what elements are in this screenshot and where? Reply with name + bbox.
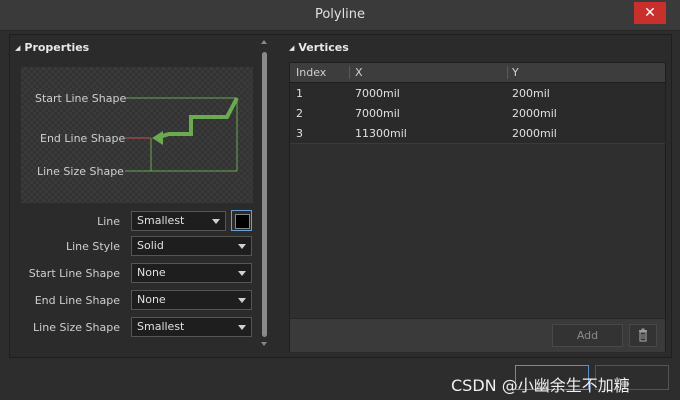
- cell-index: 2: [296, 107, 303, 120]
- properties-header-label: Properties: [24, 41, 90, 54]
- table-footer: Add: [290, 318, 665, 352]
- table-row[interactable]: 3 11300mil 2000mil: [290, 123, 665, 144]
- line-style-value: Solid: [137, 239, 164, 252]
- line-style-label: Line Style: [65, 240, 120, 253]
- column-divider[interactable]: [507, 66, 508, 79]
- scroll-up-icon[interactable]: [261, 40, 267, 44]
- watermark: CSDN @小幽余生不加糖: [451, 376, 630, 395]
- cell-x[interactable]: 7000mil: [355, 87, 400, 100]
- end-line-shape-value: None: [137, 293, 166, 306]
- end-line-shape-caption: End Line Shape: [40, 132, 126, 145]
- cell-x[interactable]: 7000mil: [355, 107, 400, 120]
- close-button[interactable]: ✕: [634, 2, 666, 24]
- chevron-down-icon: [238, 271, 246, 276]
- sample-arrowhead: [152, 131, 163, 145]
- line-size-shape-label: Line Size Shape: [33, 321, 120, 334]
- table-header: Index X Y: [290, 63, 665, 83]
- chevron-down-icon: [238, 325, 246, 330]
- properties-scrollbar[interactable]: [259, 38, 270, 350]
- line-color-swatch[interactable]: [231, 210, 252, 231]
- scroll-down-icon[interactable]: [261, 342, 267, 346]
- line-size-shape-select[interactable]: Smallest: [131, 317, 252, 337]
- cell-index: 1: [296, 87, 303, 100]
- chevron-down-icon: [238, 244, 246, 249]
- start-line-shape-caption: Start Line Shape: [35, 92, 127, 105]
- cell-index: 3: [296, 127, 303, 140]
- collapse-triangle-icon: ◢: [15, 44, 21, 52]
- line-label: Line: [97, 215, 120, 228]
- end-line-shape-label: End Line Shape: [34, 294, 120, 307]
- scroll-thumb[interactable]: [262, 52, 267, 337]
- title-bar: Polyline ✕: [0, 0, 680, 31]
- cell-y[interactable]: 200mil: [512, 87, 550, 100]
- vertices-table: Index X Y 1 7000mil 200mil 2 7000mil 200…: [289, 62, 666, 352]
- cell-x[interactable]: 11300mil: [355, 127, 407, 140]
- start-line-shape-value: None: [137, 266, 166, 279]
- column-divider[interactable]: [349, 66, 350, 79]
- table-row[interactable]: 2 7000mil 2000mil: [290, 103, 665, 124]
- start-line-shape-label: Start Line Shape: [28, 267, 120, 280]
- end-line-shape-select[interactable]: None: [131, 290, 252, 310]
- sample-polyline: [155, 97, 239, 140]
- cell-y[interactable]: 2000mil: [512, 107, 557, 120]
- collapse-triangle-icon: ◢: [289, 44, 295, 52]
- column-header-x[interactable]: X: [355, 66, 363, 79]
- column-header-index[interactable]: Index: [296, 66, 326, 79]
- line-size-shape-value: Smallest: [137, 320, 185, 333]
- column-header-y[interactable]: Y: [512, 66, 519, 79]
- vertices-header-label: Vertices: [298, 41, 349, 54]
- line-width-value: Smallest: [137, 214, 185, 227]
- line-size-shape-caption: Line Size Shape: [37, 165, 124, 178]
- line-style-select[interactable]: Solid: [131, 236, 252, 256]
- chevron-down-icon: [238, 298, 246, 303]
- vertices-header[interactable]: ◢ Vertices: [289, 41, 349, 54]
- add-vertex-button[interactable]: Add: [552, 324, 623, 347]
- chevron-down-icon: [212, 219, 220, 224]
- table-row[interactable]: 1 7000mil 200mil: [290, 83, 665, 104]
- trash-icon: [639, 328, 647, 342]
- window-title: Polyline: [314, 7, 366, 22]
- delete-vertex-button[interactable]: [629, 324, 657, 347]
- color-fill: [235, 214, 250, 229]
- properties-header[interactable]: ◢ Properties: [15, 41, 89, 54]
- start-line-shape-select[interactable]: None: [131, 263, 252, 283]
- line-width-select[interactable]: Smallest: [131, 211, 226, 231]
- cell-y[interactable]: 2000mil: [512, 127, 557, 140]
- line-shape-preview: Start Line Shape End Line Shape Line Siz…: [21, 67, 253, 203]
